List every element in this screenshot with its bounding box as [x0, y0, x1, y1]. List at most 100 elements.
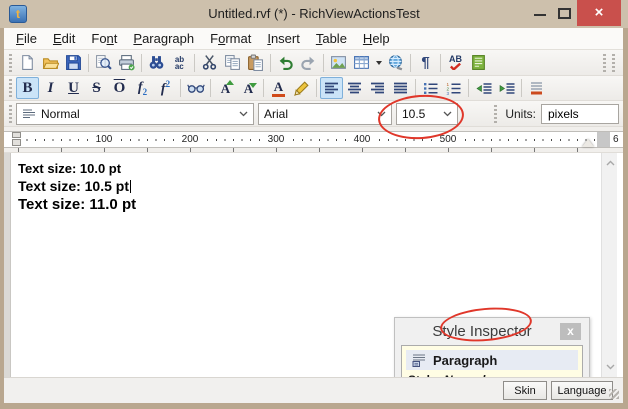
find-button[interactable] [145, 52, 168, 74]
units-combo[interactable]: pixels [541, 104, 619, 124]
style-combo[interactable]: Normal [16, 103, 254, 125]
new-document-icon [19, 54, 36, 71]
save-button[interactable] [62, 52, 85, 74]
paragraph-border-button[interactable] [525, 77, 548, 99]
ruler-strip: 100 200 300 400 500 6 [4, 131, 623, 148]
border-bottom-icon [529, 81, 544, 95]
align-justify-button[interactable] [389, 77, 412, 99]
align-left-button[interactable] [320, 77, 343, 99]
skin-button[interactable]: Skin [503, 381, 547, 400]
print-button[interactable] [115, 52, 138, 74]
format-toolbar: B I U S O f2 f2 A A A 123 [4, 76, 623, 101]
redo-button[interactable] [297, 52, 320, 74]
vertical-scrollbar[interactable] [601, 153, 617, 377]
menu-help[interactable]: Help [355, 28, 398, 50]
first-line-indent-marker[interactable] [12, 132, 21, 138]
font-name-combo[interactable]: Arial [258, 103, 392, 125]
menu-table[interactable]: Table [308, 28, 355, 50]
ruler-label: 500 [438, 133, 459, 146]
align-right-button[interactable] [366, 77, 389, 99]
increase-indent-button[interactable] [495, 77, 518, 99]
title-bar[interactable]: t Untitled.rvf (*) - RichViewActionsTest… [0, 0, 628, 28]
toolbar-grip[interactable] [494, 105, 497, 123]
copy-button[interactable] [221, 52, 244, 74]
replace-button[interactable]: abac [168, 52, 191, 74]
print-preview-button[interactable] [92, 52, 115, 74]
separator [440, 54, 441, 72]
paste-button[interactable] [244, 52, 267, 74]
superscript-button[interactable]: f2 [154, 77, 177, 99]
align-center-button[interactable] [343, 77, 366, 99]
minimize-button[interactable] [534, 14, 546, 16]
spellcheck-button[interactable]: AB [444, 52, 467, 74]
font-size-combo[interactable]: 10.5 [396, 103, 458, 125]
ruler-label: 200 [180, 133, 201, 146]
scroll-up-button[interactable] [602, 155, 618, 171]
arrow-up-icon [226, 80, 234, 88]
toolbar-grip[interactable] [9, 54, 12, 72]
open-button[interactable] [39, 52, 62, 74]
menu-paragraph[interactable]: Paragraph [125, 28, 202, 50]
maximize-button[interactable] [558, 8, 571, 19]
cut-button[interactable] [198, 52, 221, 74]
undo-button[interactable] [274, 52, 297, 74]
copy-icon [224, 54, 241, 71]
overline-button[interactable]: O [108, 77, 131, 99]
document-properties-button[interactable] [467, 52, 490, 74]
font-color-button[interactable]: A [267, 77, 290, 99]
show-paragraph-marks-button[interactable]: ¶ [414, 52, 437, 74]
paste-clipboard-icon [247, 54, 264, 71]
toolbar-grip[interactable] [612, 54, 615, 72]
style-inspector-close-button[interactable]: x [560, 323, 581, 340]
toolbar-grip[interactable] [603, 54, 606, 72]
hidden-text-button[interactable] [184, 77, 207, 99]
separator [263, 79, 264, 97]
resize-grip[interactable] [609, 389, 619, 399]
close-button[interactable]: × [577, 0, 621, 26]
document-line: Text size: 10.5 pt [18, 178, 131, 194]
chevron-down-icon [239, 111, 248, 117]
document-line: Text size: 10.0 pt [18, 161, 121, 176]
menu-format[interactable]: Format [202, 28, 259, 50]
decrease-indent-button[interactable] [472, 77, 495, 99]
scroll-down-button[interactable] [602, 359, 618, 375]
undo-icon [277, 54, 294, 71]
underline-button[interactable]: U [62, 77, 85, 99]
document-line: Text size: 11.0 pt [18, 196, 136, 213]
highlight-button[interactable] [290, 77, 313, 99]
insert-hyperlink-button[interactable] [384, 52, 407, 74]
menu-font[interactable]: Font [83, 28, 125, 50]
insert-picture-button[interactable] [327, 52, 350, 74]
strikethrough-button[interactable]: S [85, 77, 108, 99]
subscript-button[interactable]: f2 [131, 77, 154, 99]
numbered-list-button[interactable]: 123 [442, 77, 465, 99]
bullet-list-button[interactable] [419, 77, 442, 99]
svg-text:3: 3 [447, 91, 450, 95]
style-inspector-body: Paragraph Style: Normal Attributes: inhe… [401, 345, 583, 377]
window-border [623, 28, 628, 409]
document-area[interactable]: Text size: 10.0 pt Text size: 10.5 pt Te… [4, 153, 623, 377]
insert-table-button[interactable] [350, 52, 373, 74]
selection-bar[interactable] [4, 153, 11, 377]
menu-insert[interactable]: Insert [259, 28, 308, 50]
left-indent-marker[interactable] [12, 139, 21, 146]
right-indent-marker[interactable] [582, 139, 594, 147]
language-button[interactable]: Language [551, 381, 613, 400]
menu-edit[interactable]: Edit [45, 28, 83, 50]
numbered-list-icon: 123 [446, 82, 461, 95]
new-document-button[interactable] [16, 52, 39, 74]
shrink-font-button[interactable]: A [237, 77, 260, 99]
italic-button[interactable]: I [39, 77, 62, 99]
hyperlink-globe-icon [387, 54, 404, 71]
insert-table-dropdown[interactable] [373, 52, 384, 74]
font-size-value: 10.5 [402, 107, 425, 121]
bold-button[interactable]: B [16, 77, 39, 99]
toolbar-grip[interactable] [9, 79, 12, 97]
style-combo-value: Normal [41, 107, 80, 121]
grow-font-button[interactable]: A [214, 77, 237, 99]
separator [210, 79, 211, 97]
redo-icon [300, 54, 317, 71]
toolbar-grip[interactable] [9, 105, 12, 123]
standard-toolbar: abac ¶ AB [4, 50, 623, 76]
menu-file[interactable]: File [8, 28, 45, 50]
